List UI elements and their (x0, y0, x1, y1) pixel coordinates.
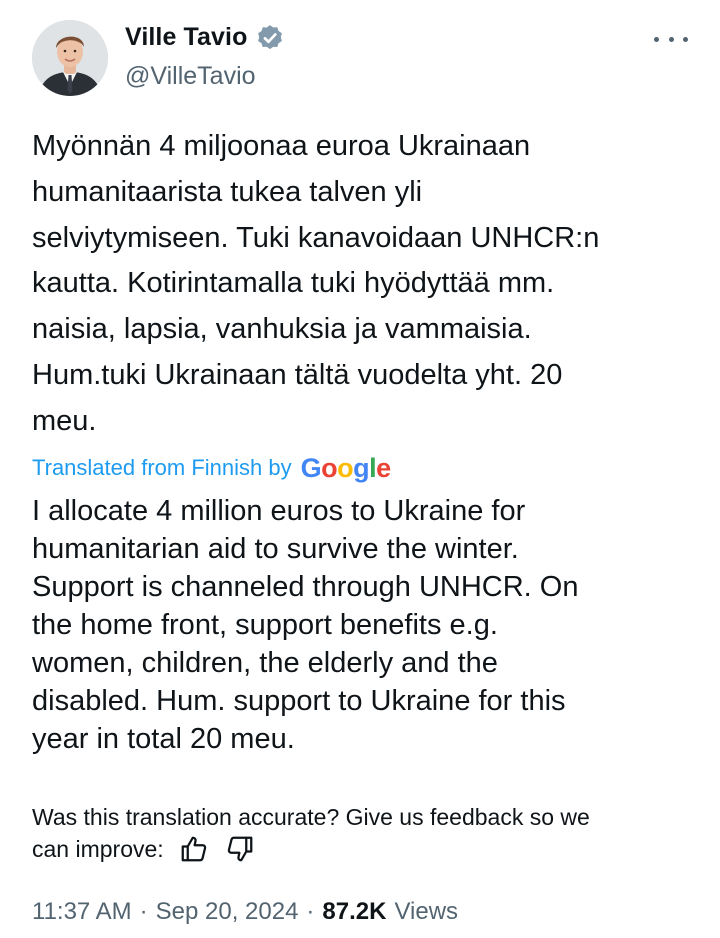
display-name[interactable]: Ville Tavio (125, 23, 247, 52)
feedback-prompt-line1: Was this translation accurate? Give us f… (32, 804, 590, 830)
more-horizontal-icon[interactable] (654, 32, 688, 46)
tweet-meta: 11:37 AM · Sep 20, 2024 · 87.2K Views (32, 898, 458, 926)
meta-separator: · (139, 898, 148, 925)
google-logo: Google (300, 452, 392, 483)
feedback-prompt-line2: can improve: (32, 836, 164, 862)
tweet-time[interactable]: 11:37 AM (32, 898, 132, 926)
avatar-portrait (32, 20, 108, 96)
meta-separator: · (306, 898, 315, 925)
tweet-card: Ville Tavio @VilleTavio Myönnän 4 miljoo… (0, 0, 720, 938)
tweet-translated-text: I allocate 4 million euros to Ukraine fo… (32, 495, 579, 755)
tweet-header: Ville Tavio @VilleTavio (32, 18, 688, 98)
verified-badge-icon[interactable] (255, 22, 285, 52)
thumbs-down-icon[interactable] (224, 833, 256, 865)
translation-feedback: Was this translation accurate? Give us f… (32, 801, 702, 865)
views-label[interactable]: Views (394, 898, 458, 926)
tweet-date[interactable]: Sep 20, 2024 (156, 898, 299, 926)
translated-from-label[interactable]: Translated from Finnish by (32, 455, 292, 481)
views-count[interactable]: 87.2K (322, 898, 386, 926)
translation-attribution[interactable]: Translated from Finnish by Google (32, 450, 391, 486)
thumbs-up-icon[interactable] (178, 833, 210, 865)
avatar[interactable] (32, 20, 108, 96)
feedback-line2: can improve: (32, 833, 702, 865)
user-handle[interactable]: @VilleTavio (125, 62, 256, 91)
tweet-original-text: Myönnän 4 miljoonaa euroa Ukrainaan huma… (32, 130, 600, 437)
name-row: Ville Tavio (125, 22, 285, 52)
